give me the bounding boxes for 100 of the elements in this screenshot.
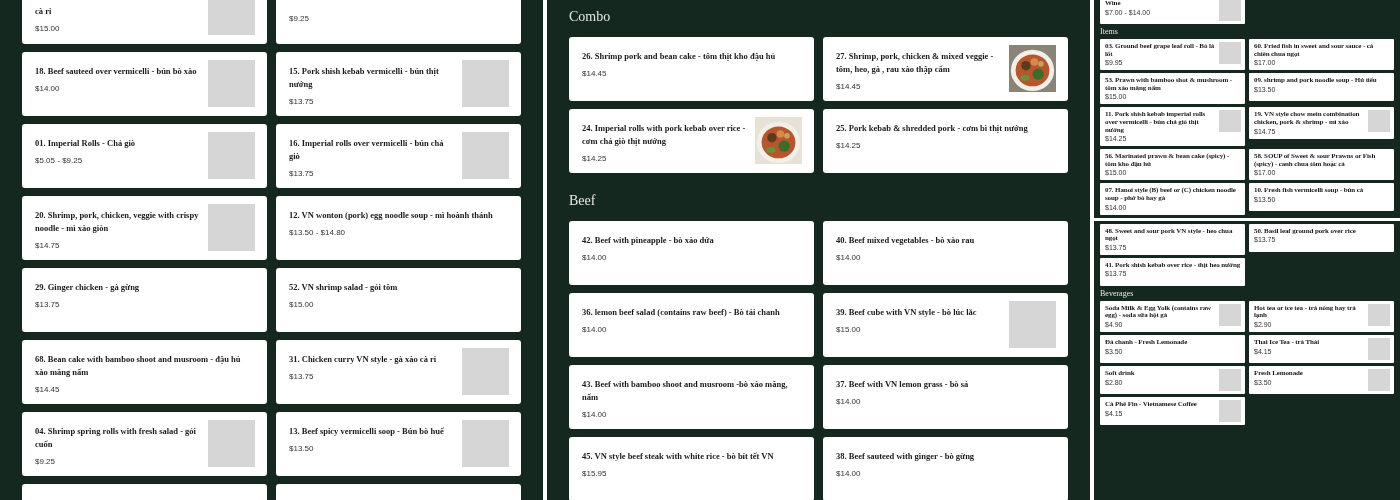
menu-item-card[interactable]: 16. Imperial rolls over vermicelli - bún chả giò $13.75 [276, 124, 521, 188]
item-title: 40. Beef mixed vegetables - bò xào rau [836, 234, 976, 247]
menu-item-card[interactable]: 26. Shrimp pork and bean cake - tôm thịt kho đậu hủ $14.45 [569, 37, 814, 101]
item-title: 38. Beef sauteed with ginger - bò gừng [836, 450, 976, 463]
item-price: $13.75 [289, 169, 315, 178]
item-price: $14.45 [836, 82, 862, 91]
menu-item-card[interactable]: 40. Beef mixed vegetables - bò xào rau $14.00 [823, 221, 1068, 285]
menu-item-card[interactable]: 42. Beef with pineapple - bò xào dứa $14.00 [569, 221, 814, 285]
item-price: $15.00 [35, 24, 61, 33]
image-placeholder [208, 420, 255, 467]
item-title: 13. Beef spicy vermicelli soop - Bún bò huế [289, 425, 445, 438]
image-placeholder [208, 204, 255, 251]
item-price: $15.95 [582, 469, 608, 478]
item-price: $13.75 [289, 97, 315, 106]
item-title: 24. Imperial rolls with pork kebab over rice - cơm chả giò thịt nướng [582, 122, 747, 148]
menu-item-card[interactable]: 45. VN style beef steak with white rice - bò bít tết VN $15.95 [569, 437, 814, 500]
item-price: $5.05 - $9.25 [35, 156, 84, 165]
item-price: $9.25 [35, 457, 57, 466]
menu-item-card[interactable]: 24. Imperial rolls with pork kebab over rice - cơm chả giò thịt nướng $14.25 [569, 109, 814, 173]
section-heading: Combo [569, 8, 612, 26]
item-price: $13.75 [35, 300, 61, 309]
item-price: $14.00 [836, 469, 862, 478]
item-title: 04. Shrimp spring rolls with fresh salad - gỏi cuốn [35, 425, 197, 451]
item-title: 18. Beef sauteed over vermicelli - bún bò xào [35, 65, 198, 78]
image-placeholder [208, 0, 255, 35]
menu-item-card[interactable]: 13. Beef spicy vermicelli soop - Bún bò huế $13.50 [276, 412, 521, 476]
item-price: $14.00 [35, 84, 61, 93]
item-title: 25. Pork kebab & shredded pork - cơm bì thịt nướng [836, 122, 1029, 135]
menu-item-card[interactable]: 01. Imperial Rolls - Chả giò $5.05 - $9.25 [22, 124, 267, 188]
image-placeholder [1009, 301, 1056, 348]
item-price: $14.00 [836, 397, 862, 406]
item-title: 42. Beef with pineapple - bò xào dứa [582, 234, 715, 247]
item-price: $14.00 [582, 410, 608, 419]
item-title: 37. Beef with VN lemon grass - bò sả [836, 378, 970, 391]
item-title: 20. Shrimp, pork, chicken, veggie with crispy noodle - mì xào giòn [35, 209, 200, 235]
item-price: $15.00 [289, 300, 315, 309]
image-placeholder [1219, 399, 1241, 422]
menu-item-card[interactable]: 37. Beef with VN lemon grass - bò sả $14.00 [823, 365, 1068, 429]
image-placeholder [1219, 110, 1241, 133]
item-title: cà ri [35, 5, 53, 18]
item-title: 12. VN wonton (pork) egg noodle soup - mì hoành thánh [289, 209, 494, 222]
menu-item-card[interactable]: cà ri $15.00 [22, 0, 267, 44]
item-title: 39. Beef cube with VN style - bò lúc lắc [836, 306, 978, 319]
image-placeholder [1368, 303, 1390, 326]
menu-item-card[interactable]: 39. Beef cube with VN style - bò lúc lắc $15.00 [823, 293, 1068, 357]
menu-item-card[interactable]: 12. VN wonton (pork) egg noodle soup - mì hoành thánh $13.50 - $14.80 [276, 196, 521, 260]
menu-item-card[interactable]: 25. Pork kebab & shredded pork - cơm bì thịt nướng $14.25 [823, 109, 1068, 173]
item-title: 15. Pork shish kebab vermicelli - bún thịt nướng [289, 65, 440, 91]
menu-item-card[interactable]: 20. Shrimp, pork, chicken, veggie with crispy noodle - mì xào giòn $14.75 [22, 196, 267, 260]
menu-item-card[interactable]: 31. Chicken curry VN style - gà xào cà ri $13.75 [276, 340, 521, 404]
item-price: $14.25 [836, 141, 862, 150]
item-title: 29. Ginger chicken - gà gừng [35, 281, 141, 294]
image-placeholder [1219, 42, 1241, 64]
item-title: 26. Shrimp pork and bean cake - tôm thịt kho đậu hủ [582, 50, 777, 63]
item-title: 27. Shrimp, pork, chicken & mixed veggie - tôm, heo, gà , rau xào thập cẩm [836, 50, 995, 76]
image-placeholder [462, 348, 509, 395]
item-price: $14.45 [35, 385, 61, 394]
item-price: $14.75 [35, 241, 61, 250]
item-price: $14.00 [582, 253, 608, 262]
item-title: 31. Chicken curry VN style - gà xào cà ri [289, 353, 438, 366]
image-placeholder [462, 132, 509, 179]
image-placeholder [1219, 0, 1241, 21]
image-placeholder [1219, 303, 1241, 326]
item-price: $14.00 [582, 325, 608, 334]
image-placeholder [1219, 368, 1241, 391]
item-title: 68. Bean cake with bamboo shoot and musroom - đậu hủ xào măng nấm [35, 353, 242, 379]
section-heading: Beef [569, 192, 597, 210]
menu-item-card[interactable]: 18. Beef sauteed over vermicelli - bún bò xào $14.00 [22, 52, 267, 116]
image-placeholder [462, 60, 509, 107]
item-title: 43. Beef with bamboo shoot and musroom -bò xào măng, nấm [582, 378, 789, 404]
image-placeholder [208, 132, 255, 179]
item-title: 52. VN shrimp salad - gỏi tôm [289, 281, 399, 294]
menu-item-card[interactable]: 43. Beef with bamboo shoot and musroom -bò xào măng, nấm $14.00 [569, 365, 814, 429]
menu-item-card[interactable]: 68. Bean cake with bamboo shoot and musroom - đậu hủ xào măng nấm $14.45 [22, 340, 267, 404]
item-price: $13.75 [289, 372, 315, 381]
menu-item-card[interactable]: 27. Shrimp, pork, chicken & mixed veggie - tôm, heo, gà , rau xào thập cẩm $14.45 [823, 37, 1068, 101]
image-placeholder [208, 60, 255, 107]
menu-item-card[interactable]: 29. Ginger chicken - gà gừng $13.75 [22, 268, 267, 332]
section-heading: Beverages [1100, 287, 1135, 300]
menu-item-card[interactable]: $9.25 [276, 0, 521, 44]
item-title: 01. Imperial Rolls - Chả giò [35, 137, 137, 150]
item-price: $14.25 [582, 154, 608, 163]
item-price: $13.50 - $14.80 [289, 228, 347, 237]
section-heading: Items [1100, 26, 1119, 38]
image-placeholder [462, 420, 509, 467]
menu-item-card[interactable]: 04. Shrimp spring rolls with fresh salad - gỏi cuốn $9.25 [22, 412, 267, 476]
menu-item-card[interactable]: 15. Pork shish kebab vermicelli - bún thịt nướng $13.75 [276, 52, 521, 116]
item-title: 45. VN style beef steak with white rice - bò bít tết VN [582, 450, 775, 463]
item-price: $14.00 [836, 253, 862, 262]
item-price: $13.50 [289, 444, 315, 453]
menu-item-card[interactable]: 36. lemon beef salad (contains raw beef) - Bò tái chanh $14.00 [569, 293, 814, 357]
image-placeholder [1368, 337, 1390, 360]
image-placeholder [1368, 110, 1390, 133]
item-price: $9.25 [289, 14, 311, 23]
menu-item-card[interactable]: 38. Beef sauteed with ginger - bò gừng $14.00 [823, 437, 1068, 500]
item-title: 16. Imperial rolls over vermicelli - bún chả giò [289, 137, 445, 163]
image-placeholder [1368, 368, 1390, 391]
item-price: $14.45 [582, 69, 608, 78]
menu-item-card[interactable]: 52. VN shrimp salad - gỏi tôm $15.00 [276, 268, 521, 332]
item-price: $15.00 [836, 325, 862, 334]
